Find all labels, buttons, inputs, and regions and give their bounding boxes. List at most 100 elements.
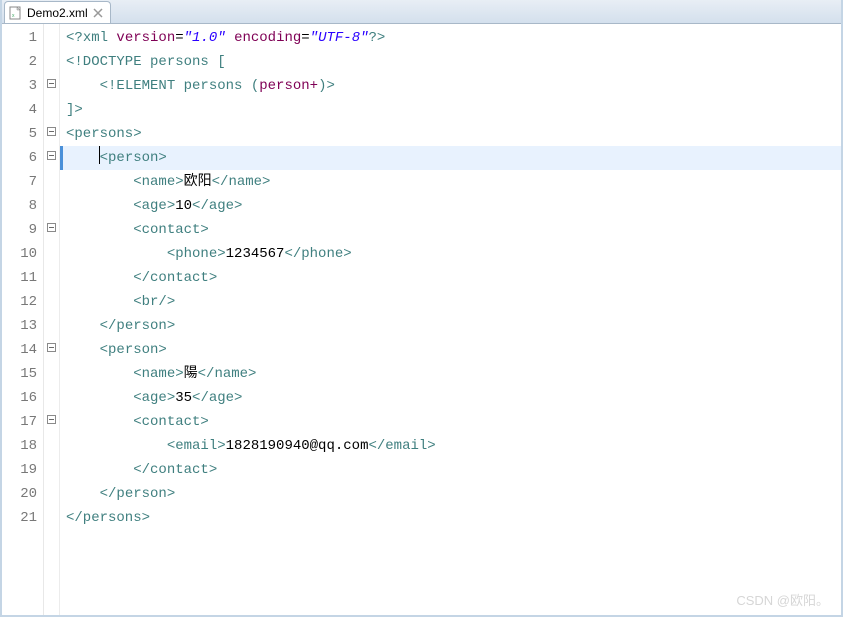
code-token: [ [217,54,225,70]
line-number: 1 [10,26,37,50]
code-token: <br/> [133,294,175,310]
fold-cell[interactable] [44,120,59,144]
xml-file-icon: x [9,6,23,20]
fold-toggle-icon[interactable] [47,127,56,136]
fold-cell [44,192,59,216]
fold-toggle-icon[interactable] [47,151,56,160]
tab-active[interactable]: x Demo2.xml [4,1,111,23]
fold-cell[interactable] [44,336,59,360]
code-token: version [116,30,175,46]
code-line[interactable]: </persons> [66,506,841,530]
fold-cell[interactable] [44,216,59,240]
code-token: </name> [212,174,271,190]
code-token: <contact> [133,222,209,238]
code-token: <email> [167,438,226,454]
fold-cell [44,360,59,384]
fold-cell [44,432,59,456]
code-line[interactable]: <contact> [66,218,841,242]
line-number: 16 [10,386,37,410]
code-line[interactable]: <?xml version="1.0" encoding="UTF-8"?> [66,26,841,50]
fold-cell [44,264,59,288]
line-number: 20 [10,482,37,506]
code-token: <age> [133,198,175,214]
fold-cell[interactable] [44,144,59,168]
code-line[interactable]: <name>欧阳</name> [66,170,841,194]
code-token: 35 [175,390,192,406]
code-token: </age> [192,390,242,406]
line-number: 19 [10,458,37,482]
code-token [226,30,234,46]
code-token: ?> [369,30,386,46]
code-line[interactable]: <person> [60,146,841,170]
line-number: 8 [10,194,37,218]
code-token: <age> [133,390,175,406]
code-line[interactable]: ]> [66,98,841,122]
code-token: persons [150,54,217,70]
line-number: 13 [10,314,37,338]
code-line[interactable]: <br/> [66,290,841,314]
code-line[interactable]: <persons> [66,122,841,146]
code-token: 欧阳 [184,174,212,190]
code-token: </age> [192,198,242,214]
code-token: persons [184,78,251,94]
code-token: </name> [198,366,257,382]
close-icon[interactable] [92,7,104,19]
fold-toggle-icon[interactable] [47,415,56,424]
code-token: xml [83,30,117,46]
code-line[interactable]: </person> [66,314,841,338]
code-token: <person> [100,150,167,166]
line-number: 15 [10,362,37,386]
code-line[interactable]: <phone>1234567</phone> [66,242,841,266]
line-number: 4 [10,98,37,122]
code-line[interactable]: </person> [66,482,841,506]
fold-cell [44,312,59,336]
fold-toggle-icon[interactable] [47,79,56,88]
line-number: 17 [10,410,37,434]
editor: 123456789101112131415161718192021 <?xml … [2,24,841,615]
code-line[interactable]: <email>1828190940@qq.com</email> [66,434,841,458]
code-token: encoding [234,30,301,46]
fold-toggle-icon[interactable] [47,223,56,232]
line-number: 6 [10,146,37,170]
code-line[interactable]: </contact> [66,266,841,290]
code-token: = [301,30,309,46]
line-number: 11 [10,266,37,290]
code-token: </person> [100,318,176,334]
code-token: = [175,30,183,46]
code-line[interactable]: <name>陽</name> [66,362,841,386]
fold-cell [44,504,59,528]
code-token: <person> [100,342,167,358]
code-token: "UTF-8" [310,30,369,46]
code-line[interactable]: </contact> [66,458,841,482]
fold-cell [44,168,59,192]
line-number: 9 [10,218,37,242]
code-token: </persons> [66,510,150,526]
code-line[interactable]: <!DOCTYPE persons [ [66,50,841,74]
line-number: 21 [10,506,37,530]
code-token: <name> [133,174,183,190]
code-area[interactable]: <?xml version="1.0" encoding="UTF-8"?><!… [60,24,841,615]
code-line[interactable]: <person> [66,338,841,362]
fold-cell[interactable] [44,72,59,96]
tab-bar: x Demo2.xml [2,0,841,24]
fold-cell [44,96,59,120]
code-token: "1.0" [184,30,226,46]
code-token: <!DOCTYPE [66,54,150,70]
code-line[interactable]: <age>10</age> [66,194,841,218]
fold-cell [44,48,59,72]
fold-toggle-icon[interactable] [47,343,56,352]
code-token: <!ELEMENT [100,78,184,94]
fold-cell[interactable] [44,408,59,432]
code-token: </email> [368,438,435,454]
code-line[interactable]: <age>35</age> [66,386,841,410]
code-line[interactable]: <contact> [66,410,841,434]
code-token: 10 [175,198,192,214]
fold-cell [44,240,59,264]
line-number: 7 [10,170,37,194]
code-line[interactable]: <!ELEMENT persons (person+)> [66,74,841,98]
fold-cell [44,288,59,312]
line-number: 3 [10,74,37,98]
code-token: <? [66,30,83,46]
watermark: CSDN @欧阳。 [736,590,829,609]
code-token: person+ [259,78,318,94]
